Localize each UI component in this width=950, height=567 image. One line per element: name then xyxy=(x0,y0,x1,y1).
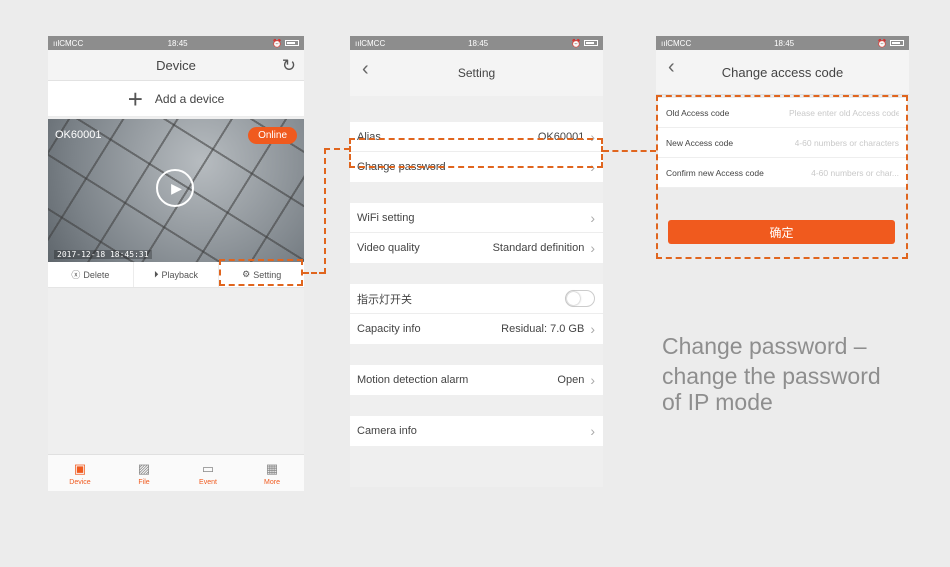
motion-label: Motion detection alarm xyxy=(357,374,469,386)
chevron-right-icon: › xyxy=(590,321,595,337)
connector-line xyxy=(303,272,325,274)
chevron-right-icon: › xyxy=(590,240,595,256)
caption: Change password – change the password of… xyxy=(662,333,922,415)
tab-event[interactable]: ▭ Event xyxy=(176,455,240,491)
playback-label: Playback xyxy=(161,269,199,280)
connector-line xyxy=(324,148,326,274)
indicator-row: 指示灯开关 xyxy=(350,284,603,314)
tab-label: Event xyxy=(199,478,217,486)
nav-bar: ‹ Setting xyxy=(350,50,603,96)
connector-line xyxy=(324,148,350,150)
capacity-label: Capacity info xyxy=(357,323,421,335)
wifi-setting-row[interactable]: WiFi setting › xyxy=(350,203,603,233)
settings-group-3: 指示灯开关 Capacity info Residual: 7.0 GB › xyxy=(350,284,603,344)
chevron-right-icon: › xyxy=(590,372,595,388)
delete-label: Delete xyxy=(83,269,110,280)
capacity-row[interactable]: Capacity info Residual: 7.0 GB › xyxy=(350,314,603,344)
motion-value: Open xyxy=(557,374,585,386)
chevron-right-icon: › xyxy=(590,423,595,439)
indicator-toggle[interactable] xyxy=(565,290,595,307)
chevron-right-icon: › xyxy=(590,209,595,226)
playback-button[interactable]: ⏵ Playback xyxy=(134,262,220,287)
setting-highlight xyxy=(219,259,303,286)
status-time: 18:45 xyxy=(167,38,188,48)
indicator-label: 指示灯开关 xyxy=(357,293,412,306)
settings-group-4: Motion detection alarm Open › xyxy=(350,365,603,395)
caption-line: change the password xyxy=(662,363,881,389)
message-icon: ▭ xyxy=(201,460,215,476)
caption-line: of IP mode xyxy=(662,389,773,415)
back-icon[interactable]: ‹ xyxy=(362,58,369,81)
settings-group-2: WiFi setting › Video quality Standard defi… xyxy=(350,203,603,263)
connector-line xyxy=(603,150,656,152)
tab-label: More xyxy=(264,478,280,486)
status-badge: Online xyxy=(248,127,297,144)
page-title: Setting xyxy=(457,66,496,80)
page-title: Device xyxy=(156,57,196,73)
tab-file[interactable]: ▨ File xyxy=(112,455,176,491)
access-code-highlight xyxy=(656,95,908,259)
play-icon[interactable]: ▶ xyxy=(156,169,194,207)
grid-icon: ▦ xyxy=(265,460,279,476)
capacity-value: Residual: 7.0 GB xyxy=(501,323,585,335)
tab-bar: ▣ Device ▨ File ▭ Event ▦ More xyxy=(48,454,304,491)
caption-line: Change password – xyxy=(662,333,867,359)
status-bar: ıılCMCC 18:45 ⏰ xyxy=(48,36,304,50)
wifi-label: WiFi setting xyxy=(357,211,415,224)
camera-info-row[interactable]: Camera info › xyxy=(350,416,603,446)
camera-info-label: Camera info xyxy=(357,425,417,437)
carrier-label: CMCC xyxy=(667,38,692,48)
alarm-icon: ⏰ xyxy=(877,38,887,48)
status-time: 18:45 xyxy=(468,38,489,48)
status-bar: ıılCMCC 18:45 ⏰ xyxy=(350,36,603,50)
video-quality-label: Video quality xyxy=(357,242,420,254)
video-quality-value: Standard definition xyxy=(492,242,585,254)
carrier-label: CMCC xyxy=(361,38,386,48)
camera-timestamp: 2017-12-18 18:45:31 xyxy=(54,250,152,259)
delete-button[interactable]: ⓧ Delete xyxy=(48,262,134,287)
nav-bar: ‹ Change access code xyxy=(656,50,909,95)
battery-icon xyxy=(284,40,299,46)
video-quality-row[interactable]: Video quality Standard definition › xyxy=(350,233,603,263)
back-icon[interactable]: ‹ xyxy=(668,56,675,79)
motion-alarm-row[interactable]: Motion detection alarm Open › xyxy=(350,365,603,395)
change-password-highlight xyxy=(349,138,603,168)
plus-icon: + xyxy=(127,83,143,114)
title-bar: Device ↻ xyxy=(48,50,304,81)
tab-label: Device xyxy=(69,478,91,486)
camera-name: OK60001 xyxy=(55,129,102,141)
alarm-icon: ⏰ xyxy=(571,38,581,48)
refresh-icon[interactable]: ↻ xyxy=(282,56,296,76)
setting-screen: ıılCMCC 18:45 ⏰ ‹ Setting Alias OK60001 › … xyxy=(350,36,603,487)
alarm-icon: ⏰ xyxy=(272,38,282,48)
carrier-label: CMCC xyxy=(59,38,84,48)
status-time: 18:45 xyxy=(774,38,795,48)
add-device-label: Add a device xyxy=(154,91,225,106)
playback-icon: ⏵ xyxy=(153,269,159,279)
tab-more[interactable]: ▦ More xyxy=(240,455,304,491)
battery-icon xyxy=(889,40,904,46)
settings-group-5: Camera info › xyxy=(350,416,603,446)
image-icon: ▨ xyxy=(137,460,151,476)
status-bar: ıılCMCC 18:45 ⏰ xyxy=(656,36,909,50)
camera-preview[interactable]: OK60001 Online ▶ 2017-12-18 18:45:31 xyxy=(48,119,304,262)
page-title: Change access code xyxy=(721,64,844,80)
tab-device[interactable]: ▣ Device xyxy=(48,455,112,491)
video-camera-icon: ▣ xyxy=(73,460,87,476)
battery-icon xyxy=(583,40,598,46)
close-circle-icon: ⓧ xyxy=(71,270,81,280)
tab-label: File xyxy=(138,478,150,486)
add-device-button[interactable]: + Add a device xyxy=(48,81,304,117)
